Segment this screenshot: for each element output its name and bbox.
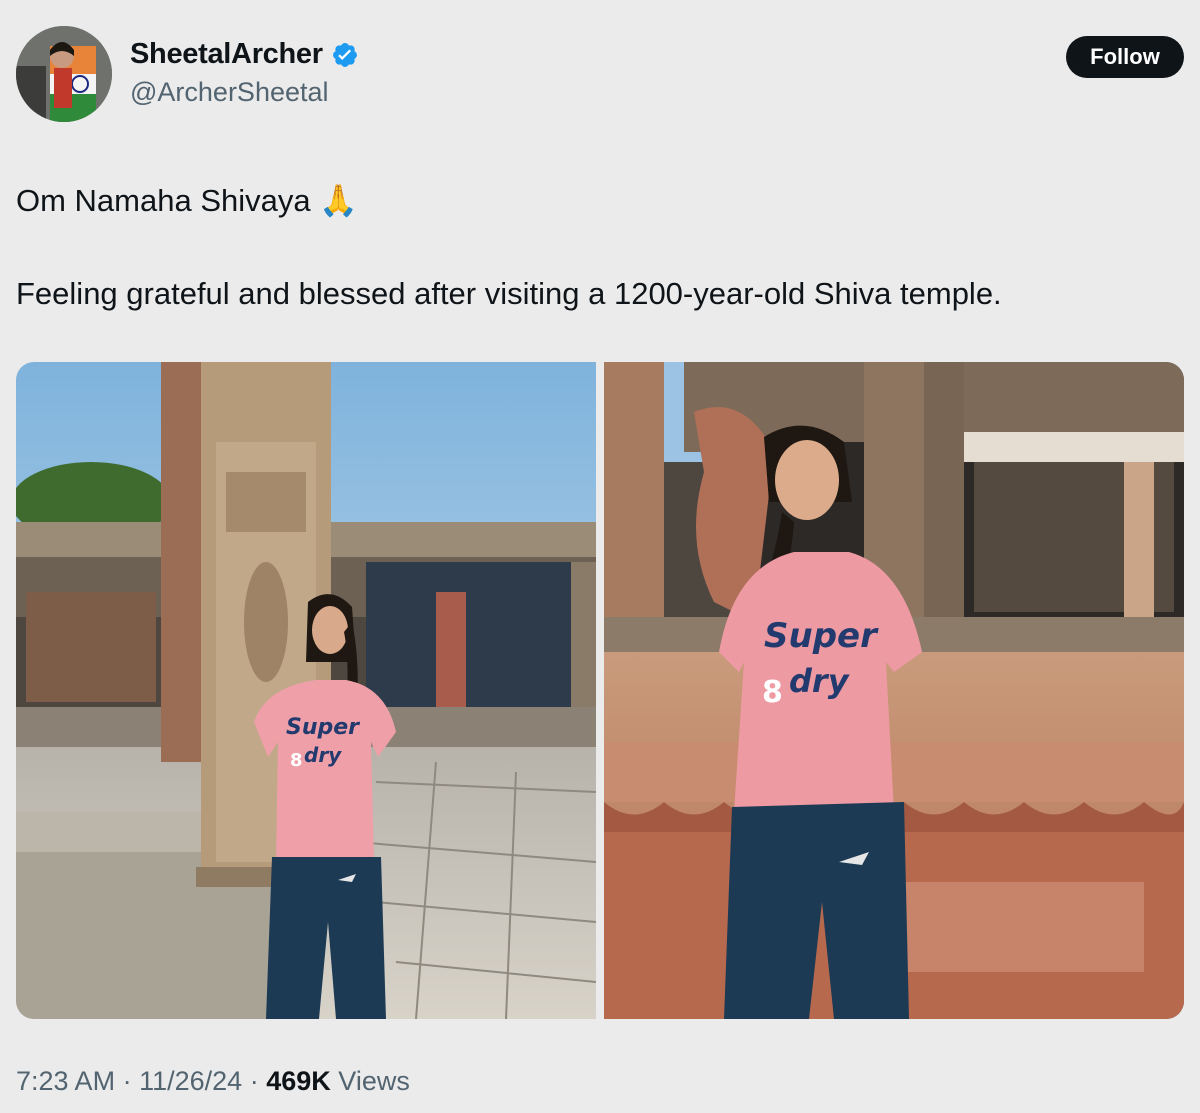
tweet-media: Super 8 dry Super 8 dry <box>16 362 1184 1019</box>
display-name[interactable]: SheetalArcher <box>130 38 323 71</box>
tweet-text-line-1: Om Namaha Shivaya 🙏 <box>16 183 358 218</box>
shirt-text-bottom-1: dry <box>304 743 342 767</box>
verified-badge-icon <box>332 42 357 67</box>
tweet-header: SheetalArcher @ArcherSheetal Follow <box>16 26 1184 126</box>
views-label: Views <box>338 1066 410 1096</box>
tweet-text-line-2: Feeling grateful and blessed after visit… <box>16 276 1002 311</box>
display-name-row: SheetalArcher <box>130 38 359 71</box>
shirt-digit-2: 8 <box>762 675 783 710</box>
views-count: 469K <box>266 1066 331 1096</box>
temple-photo-1[interactable]: Super 8 dry <box>16 362 596 1019</box>
tweet-time[interactable]: 7:23 AM <box>16 1066 115 1096</box>
shirt-digit-1: 8 <box>290 750 303 771</box>
shirt-text-top-1: Super <box>286 715 360 740</box>
author-info: SheetalArcher @ArcherSheetal <box>130 38 359 108</box>
shirt-text-top-2: Super <box>764 616 879 656</box>
avatar-image <box>16 26 112 122</box>
follow-button[interactable]: Follow <box>1066 36 1184 78</box>
temple-photo-2[interactable]: Super 8 dry <box>604 362 1184 1019</box>
author-handle[interactable]: @ArcherSheetal <box>130 77 359 108</box>
meta-separator: · <box>122 1066 132 1096</box>
shirt-text-bottom-2: dry <box>789 662 850 700</box>
meta-separator: · <box>249 1066 259 1096</box>
avatar[interactable] <box>16 26 112 122</box>
tweet-date[interactable]: 11/26/24 <box>139 1066 242 1096</box>
tweet-meta: 7:23 AM · 11/26/24 · 469K Views <box>16 1066 410 1097</box>
